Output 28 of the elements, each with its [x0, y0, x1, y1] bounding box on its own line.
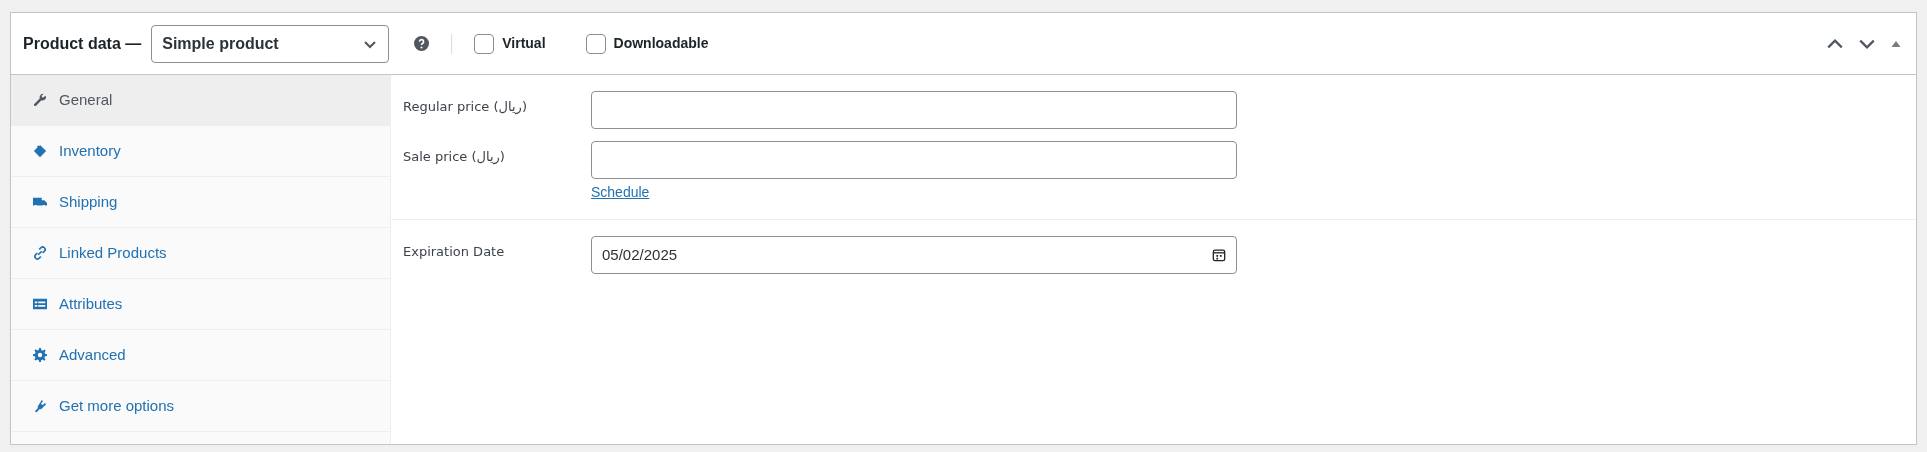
sidebar-tab[interactable]: Linked Products	[11, 228, 390, 279]
checkbox-label: Virtual	[502, 34, 546, 53]
wrench-icon	[33, 93, 47, 107]
checkbox-label: Downloadable	[613, 34, 709, 53]
sidebar-tab[interactable]: General	[11, 75, 390, 126]
checkbox[interactable]	[474, 33, 495, 54]
truck-icon	[33, 195, 47, 209]
help-icon[interactable]	[414, 36, 430, 51]
field-label: Regular price (ریال)	[403, 98, 528, 117]
date-field[interactable]: 05/02/2025	[591, 236, 1237, 274]
field-label: Sale price (ریال)	[403, 148, 506, 167]
field-label: Expiration Date	[403, 243, 506, 261]
sidebar-tab[interactable]: Advanced	[11, 330, 390, 381]
price-field[interactable]	[591, 91, 1237, 129]
sidebar-tab[interactable]: Inventory	[11, 126, 390, 177]
sidebar-tab[interactable]: Attributes	[11, 279, 390, 330]
panel-title: Product data —	[23, 33, 142, 54]
price-field[interactable]	[591, 141, 1237, 179]
sidebar-tab[interactable]: Get more options	[11, 381, 390, 432]
link-icon	[33, 246, 47, 260]
product-type-select[interactable]: Simple product	[151, 24, 390, 63]
sidebar-tab[interactable]: Shipping	[11, 177, 390, 228]
gear-icon	[33, 348, 47, 362]
tag-icon	[33, 144, 47, 158]
list-icon	[33, 297, 47, 311]
checkbox[interactable]	[585, 33, 606, 54]
calendar-icon[interactable]	[1212, 248, 1226, 262]
schedule-link[interactable]: Schedule	[591, 182, 650, 203]
